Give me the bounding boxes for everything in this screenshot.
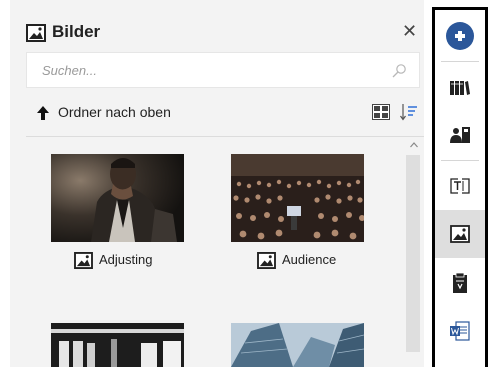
image-thumbnail-audience[interactable] [231, 154, 364, 242]
pane-title: Bilder [52, 22, 101, 41]
clipboard-icon [453, 272, 467, 293]
divider [441, 160, 479, 161]
scroll-up-icon[interactable] [410, 142, 418, 148]
image-preview [51, 154, 184, 242]
image-icon [26, 24, 46, 42]
image-preview [51, 323, 184, 367]
image-label-text: Adjusting [99, 252, 153, 267]
sort-icon[interactable] [400, 103, 418, 121]
arrow-up-icon [37, 106, 49, 120]
image-preview [231, 154, 364, 242]
side-toolbar [432, 7, 488, 367]
divider [441, 61, 479, 62]
images-pane: Bilder ✕ Ordner nach oben [10, 0, 424, 367]
people-button[interactable] [435, 111, 485, 159]
image-thumbnail[interactable] [51, 323, 184, 367]
close-icon[interactable]: ✕ [402, 21, 417, 41]
clipboard-button[interactable] [435, 259, 485, 307]
image-icon [257, 252, 276, 269]
divider [26, 136, 424, 137]
image-thumbnail-adjusting[interactable] [51, 154, 184, 242]
books-button[interactable] [435, 63, 485, 111]
word-document-icon [450, 321, 470, 341]
image-thumbnail[interactable] [231, 323, 364, 367]
people-icon [450, 127, 470, 143]
image-preview [231, 323, 364, 367]
folder-up-label: Ordner nach oben [58, 104, 171, 120]
search-icon[interactable] [391, 63, 407, 79]
scrollbar-thumb[interactable] [406, 155, 420, 352]
add-icon [446, 22, 474, 50]
images-button[interactable] [435, 210, 485, 258]
image-icon [450, 225, 470, 243]
grid-view-icon[interactable] [372, 104, 390, 120]
search-box [26, 52, 420, 88]
books-icon [450, 81, 470, 95]
search-input[interactable] [27, 53, 377, 87]
image-label-text: Audience [282, 252, 337, 267]
add-button[interactable] [435, 12, 485, 60]
text-field-icon [450, 178, 470, 194]
image-icon [74, 252, 93, 269]
word-document-button[interactable] [435, 307, 485, 355]
text-field-button[interactable] [435, 162, 485, 210]
